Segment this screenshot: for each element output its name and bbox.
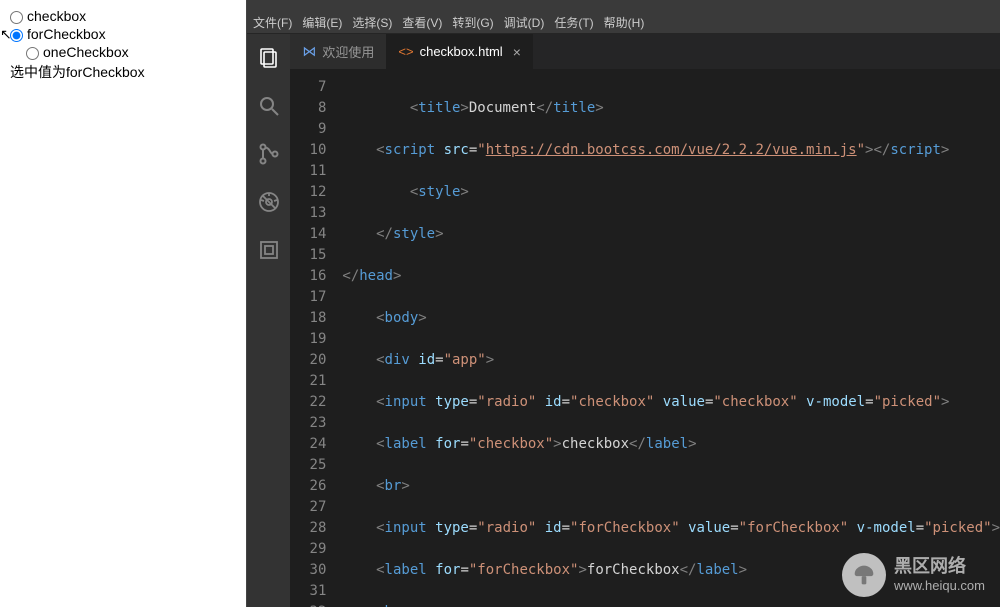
tab-label: 欢迎使用 [322,42,374,61]
menu-help[interactable]: 帮助(H) [604,14,645,31]
menu-select[interactable]: 选择(S) [352,14,392,31]
menu-file[interactable]: 文件(F) [253,14,292,31]
source-control-icon[interactable] [255,140,283,168]
menu-edit[interactable]: 编辑(E) [302,14,342,31]
picked-result: 选中值为forCheckbox [10,62,236,82]
extensions-icon[interactable] [255,236,283,264]
radio-row[interactable]: checkbox [10,8,236,24]
html-file-icon: <> [398,44,413,59]
radio-label: forCheckbox [27,26,106,42]
menu-debug[interactable]: 调试(D) [504,14,545,31]
line-gutter: 7891011121314151617181920212223242526272… [290,77,340,607]
cdn-url[interactable]: https://cdn.bootcss.com/vue/2.2.2/vue.mi… [486,142,857,158]
radio-checkbox[interactable] [10,11,23,24]
browser-preview: ↖ checkbox forCheckbox oneCheckbox 选中值为f… [0,0,246,607]
tab-label: checkbox.html [420,44,503,59]
menu-view[interactable]: 查看(V) [402,14,442,31]
close-icon[interactable]: × [513,44,521,60]
vscode-window: 文件(F) 编辑(E) 选择(S) 查看(V) 转到(G) 调试(D) 任务(T… [246,0,1000,607]
watermark: 黑区网络www.heiqu.com [842,553,985,597]
window-titlebar [247,0,1000,12]
watermark-name: 黑区网络 [894,555,985,578]
search-icon[interactable] [255,92,283,120]
tab-welcome[interactable]: ⋈ 欢迎使用 [290,34,386,69]
radio-forCheckbox[interactable] [10,29,23,42]
tab-checkbox-html[interactable]: <> checkbox.html × [386,34,532,69]
editor-area: ⋈ 欢迎使用 <> checkbox.html × 78910111213141516… [290,34,1000,607]
mouse-cursor-icon: ↖ [0,26,12,43]
radio-row[interactable]: forCheckbox [10,26,236,42]
watermark-url: www.heiqu.com [894,578,985,595]
menu-goto[interactable]: 转到(G) [452,14,493,31]
menu-tasks[interactable]: 任务(T) [554,14,593,31]
radio-row[interactable]: oneCheckbox [26,44,236,60]
code-editor[interactable]: 7891011121314151617181920212223242526272… [290,69,1000,607]
debug-icon[interactable] [255,188,283,216]
menu-bar: 文件(F) 编辑(E) 选择(S) 查看(V) 转到(G) 调试(D) 任务(T… [247,12,1000,34]
explorer-icon[interactable] [255,44,283,72]
radio-label: oneCheckbox [43,44,129,60]
radio-label: checkbox [27,8,86,24]
tab-bar: ⋈ 欢迎使用 <> checkbox.html × [290,34,1000,69]
code-lines[interactable]: <title>Document</title> <script src="htt… [340,77,1000,607]
radio-oneCheckbox[interactable] [26,47,39,60]
vs-logo-icon: ⋈ [302,43,316,60]
activity-bar [247,34,290,607]
mushroom-icon [842,553,886,597]
